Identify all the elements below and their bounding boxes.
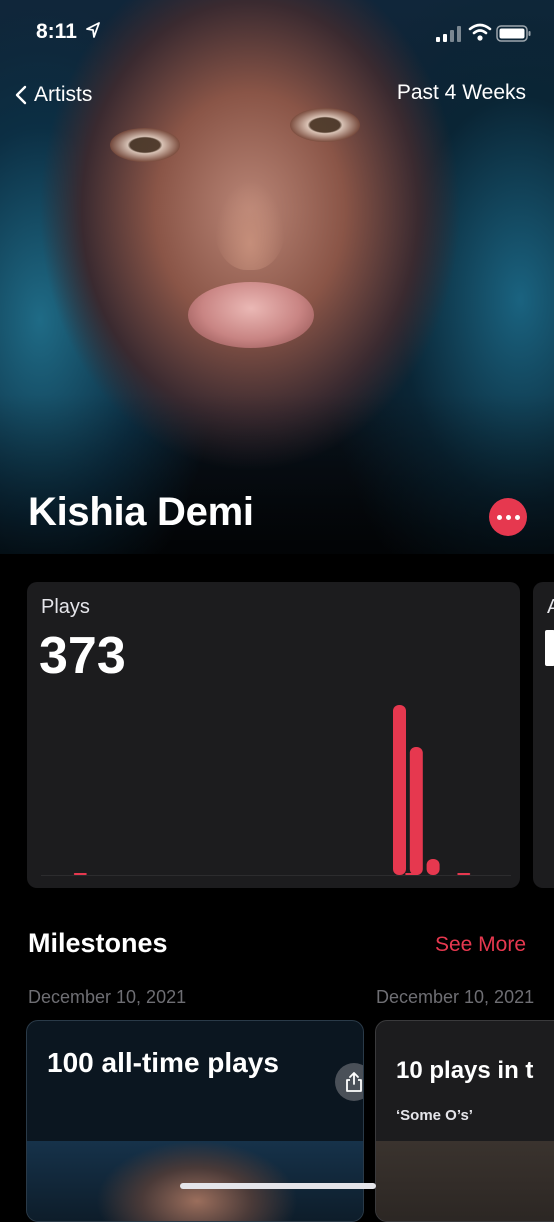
wifi-icon [468, 23, 492, 41]
plays-count: 373 [39, 627, 126, 685]
milestone-title: 100 all-time plays [47, 1047, 279, 1078]
see-more-link[interactable]: See More [435, 933, 526, 957]
milestone-artwork [27, 1141, 363, 1221]
cellular-signal-icon [436, 26, 461, 42]
battery-icon [496, 25, 531, 42]
milestone-artwork [376, 1141, 554, 1221]
plays-bar-chart [41, 705, 511, 876]
chart-bar [73, 873, 87, 875]
chart-bar [409, 747, 423, 875]
plays-card[interactable]: Plays 373 [27, 582, 520, 888]
more-options-button[interactable] [489, 498, 527, 536]
milestone-subtitle: ‘Some O’s’ [396, 1107, 473, 1124]
back-button-label: Artists [34, 83, 93, 106]
milestone-date: December 10, 2021 [376, 987, 535, 1007]
next-stat-card-title: A [547, 596, 554, 618]
back-button[interactable]: Artists [14, 80, 92, 110]
milestone-date: December 10, 2021 [28, 987, 187, 1007]
next-stat-card-value [545, 630, 554, 666]
artist-photo-detail [215, 180, 285, 270]
artist-photo-detail [110, 128, 180, 162]
artist-name: Kishia Demi [28, 490, 254, 534]
artist-photo-detail [188, 282, 314, 348]
share-icon [346, 1072, 362, 1092]
time-period-selector[interactable]: Past 4 Weeks [397, 81, 526, 105]
status-time: 8:11 [36, 20, 77, 43]
milestone-title: 10 plays in t [396, 1057, 534, 1084]
artist-photo-detail [290, 108, 360, 142]
milestone-card[interactable]: 10 plays in t ‘Some O’s’ [375, 1020, 554, 1222]
chart-bar [393, 705, 406, 875]
milestone-card[interactable]: 100 all-time plays [26, 1020, 364, 1222]
chart-bar [457, 873, 471, 875]
chevron-left-icon [15, 85, 27, 105]
chart-bar [426, 859, 440, 875]
plays-card-title: Plays [41, 596, 90, 618]
milestones-heading: Milestones [28, 928, 168, 958]
home-indicator [180, 1183, 376, 1189]
share-button[interactable] [335, 1063, 363, 1101]
location-arrow-icon [86, 22, 100, 38]
ellipsis-icon [496, 514, 502, 520]
next-stat-card[interactable]: A [533, 582, 554, 888]
status-bar: 8:11 [0, 0, 554, 66]
chart-bar [405, 873, 419, 875]
